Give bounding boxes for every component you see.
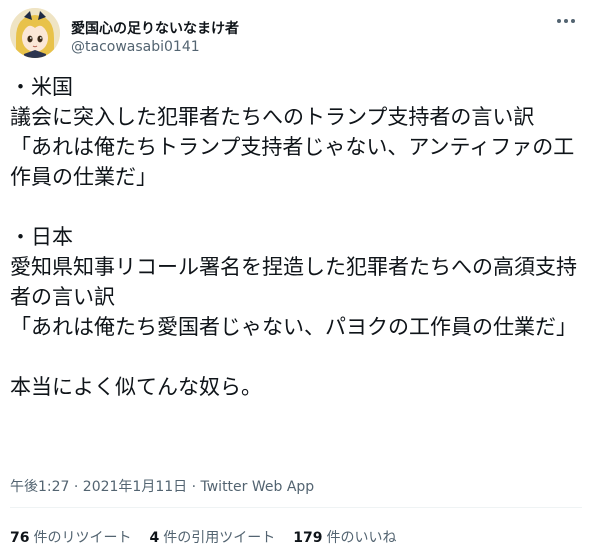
more-dot <box>571 19 575 23</box>
tweet-stats: 76 件のリツイート 4 件の引用ツイート 179 件のいいね <box>10 527 396 547</box>
retweets-stat[interactable]: 76 件のリツイート <box>10 527 131 547</box>
quotes-stat[interactable]: 4 件の引用ツイート <box>149 527 275 547</box>
tweet-header: 愛国心の足りないなまけ者 @tacowasabi0141 <box>10 8 582 60</box>
avatar[interactable] <box>10 8 60 58</box>
more-dot <box>564 19 568 23</box>
retweets-count: 76 <box>10 530 30 546</box>
likes-label: 件のいいね <box>326 530 397 546</box>
quotes-count: 4 <box>149 530 160 546</box>
likes-count: 179 <box>293 530 323 546</box>
more-dot <box>557 19 561 23</box>
display-name[interactable]: 愛国心の足りないなまけ者 <box>71 18 239 38</box>
tweet-text: ・米国 議会に突入した犯罪者たちへのトランプ支持者の言い訳 「あれは俺たちトラン… <box>10 75 577 399</box>
retweets-label: 件のリツイート <box>33 530 132 546</box>
tweet-timestamp[interactable]: 午後1:27 · 2021年1月11日 · Twitter Web App <box>10 476 314 496</box>
likes-stat[interactable]: 179 件のいいね <box>293 527 396 547</box>
divider <box>10 507 582 508</box>
more-horizontal-icon[interactable] <box>556 14 576 28</box>
quotes-label: 件の引用ツイート <box>163 530 276 546</box>
user-handle[interactable]: @tacowasabi0141 <box>71 39 200 55</box>
